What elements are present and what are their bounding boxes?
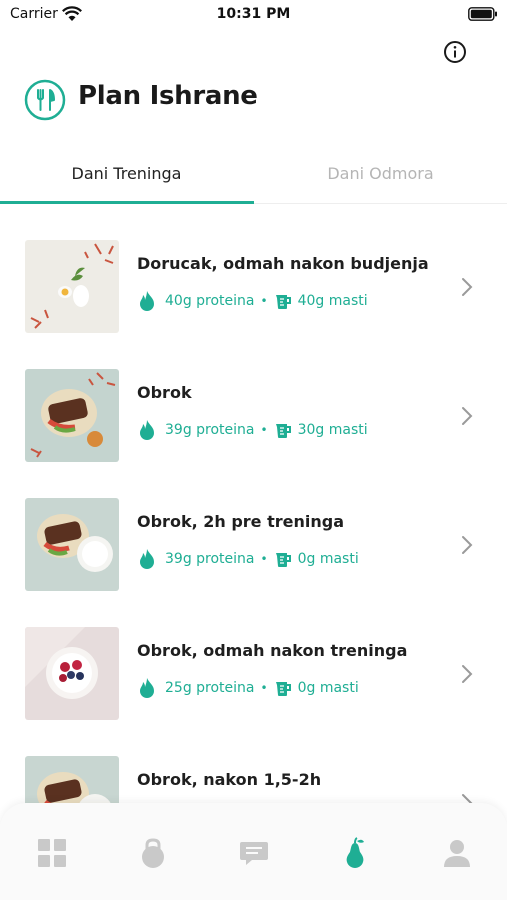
meal-name: Obrok — [137, 383, 192, 402]
fat-amount: 0g masti — [297, 551, 359, 567]
meal-name: Obrok, 2h pre treninga — [137, 512, 344, 531]
separator-dot: • — [260, 681, 268, 695]
meal-thumbnail — [25, 369, 119, 462]
meal-list-item[interactable]: Obrok, odmah nakon treninga 25g proteina… — [0, 591, 507, 720]
macro-summary: 39g proteina • 30g masti — [137, 419, 368, 441]
meal-thumbnail — [25, 756, 119, 804]
fat-amount: 40g masti — [297, 293, 368, 309]
chevron-right-icon — [462, 278, 473, 296]
measuring-cup-icon — [275, 682, 291, 696]
flame-icon — [140, 678, 154, 698]
meal-list-item[interactable]: Obrok, 2h pre treninga 39g proteina • 0g… — [0, 462, 507, 591]
meal-list-item[interactable]: Obrok 39g proteina • 30g masti — [0, 333, 507, 462]
protein-amount: 25g proteina — [165, 680, 255, 696]
battery-icon — [468, 7, 497, 21]
person-icon[interactable] — [441, 837, 473, 869]
meal-name: Obrok, odmah nakon treninga — [137, 641, 408, 660]
fat-amount: 30g masti — [297, 422, 368, 438]
flame-icon — [140, 549, 154, 569]
chevron-right-icon — [462, 407, 473, 425]
separator-dot: • — [260, 552, 268, 566]
separator-dot: • — [260, 294, 268, 308]
tab-training-days[interactable]: Dani Treninga — [0, 150, 253, 204]
measuring-cup-icon — [275, 553, 291, 567]
meal-thumbnail — [25, 627, 119, 720]
protein-amount: 39g proteina — [165, 551, 255, 567]
cutlery-logo-icon — [24, 79, 66, 121]
meal-thumbnail — [25, 498, 119, 591]
measuring-cup-icon — [275, 295, 291, 309]
meal-thumbnail — [25, 240, 119, 333]
chevron-right-icon — [462, 536, 473, 554]
tab-rest-days[interactable]: Dani Odmora — [254, 150, 507, 204]
meal-list-item[interactable]: Dorucak, odmah nakon budjenja 40g protei… — [0, 204, 507, 333]
tab-bar: Dani Treninga Dani Odmora — [0, 150, 507, 204]
chat-icon[interactable] — [238, 837, 270, 869]
protein-amount: 39g proteina — [165, 422, 255, 438]
flame-icon — [140, 420, 154, 440]
macro-summary: 40g proteina • 40g masti — [137, 290, 368, 312]
fat-amount: 0g masti — [297, 680, 359, 696]
separator-dot: • — [260, 423, 268, 437]
meal-name: Obrok, nakon 1,5-2h — [137, 770, 322, 789]
measuring-cup-icon — [275, 424, 291, 438]
flame-icon — [140, 291, 154, 311]
page-title: Plan Ishrane — [78, 81, 258, 111]
protein-amount: 40g proteina — [165, 293, 255, 309]
kettlebell-icon[interactable] — [137, 837, 169, 869]
info-icon[interactable] — [443, 40, 467, 64]
grid-icon[interactable] — [36, 837, 68, 869]
status-bar: Carrier 10:31 PM — [0, 0, 507, 30]
pear-icon[interactable] — [339, 837, 371, 869]
chevron-right-icon — [462, 665, 473, 683]
meal-list[interactable]: Dorucak, odmah nakon budjenja 40g protei… — [0, 204, 507, 804]
macro-summary: 25g proteina • 0g masti — [137, 677, 359, 699]
macro-summary: 39g proteina • 0g masti — [137, 548, 359, 570]
meal-name: Dorucak, odmah nakon budjenja — [137, 254, 429, 273]
clock-time: 10:31 PM — [216, 6, 291, 22]
meal-list-item[interactable]: Obrok, nakon 1,5-2h — [0, 720, 507, 804]
bottom-nav-bar — [0, 803, 507, 900]
